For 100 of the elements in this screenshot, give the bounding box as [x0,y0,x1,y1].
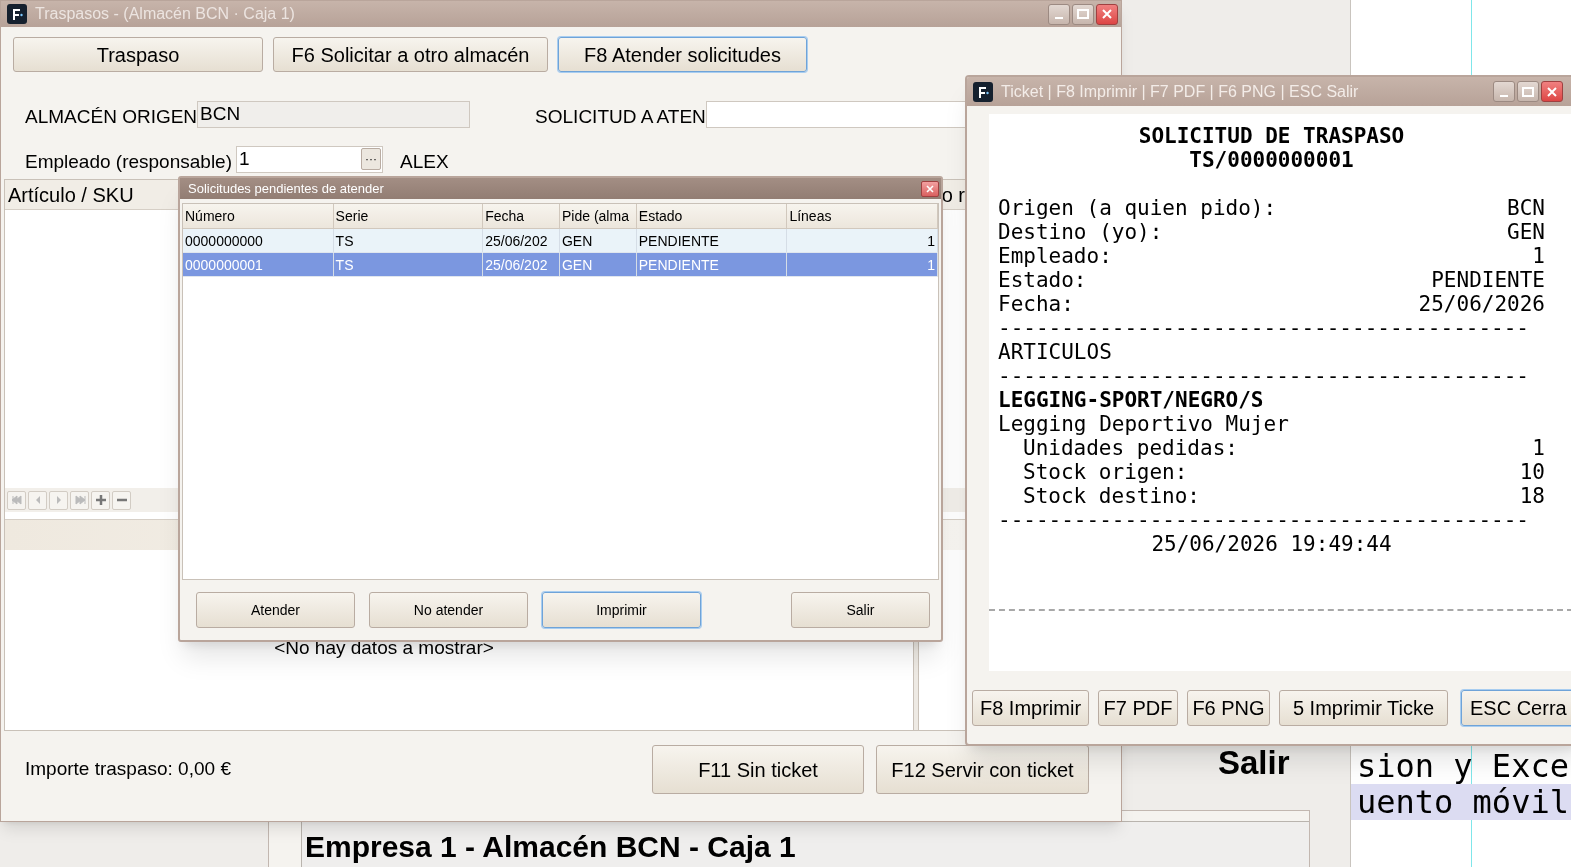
ticket-label: Origen (a quien pido): [998,196,1277,220]
ticket-text: Legging Deportivo Mujer [998,412,1290,436]
ticket-label: Empleado: [998,244,1112,268]
input-field[interactable] [705,100,968,128]
ticket-button[interactable]: ESC Cerra [1461,690,1571,726]
column-header: Artículo / SKU [7,182,134,208]
window-title: Traspasos - (Almacén BCN · Caja 1) [35,4,296,24]
ticket-value: GEN [1507,220,1545,244]
close-icon [926,184,934,193]
minimize-icon [1055,17,1063,19]
maximize-icon [1077,9,1089,19]
ticket-label: Estado: [998,268,1087,292]
close-icon [1547,86,1557,97]
column-header[interactable]: Número [183,204,334,228]
ticket-item-code: LEGGING-SPORT/NEGRO/S [998,388,1265,412]
ticket-value: 25/06/2026 [1418,292,1545,316]
ticket-label: Destino (yo): [998,220,1163,244]
dialog-button[interactable]: Imprimir [542,592,701,628]
column-header[interactable]: Pide (alma [560,204,637,228]
action-button[interactable]: F12 Servir con ticket [876,745,1089,794]
table-cell: 0000000000 [183,229,334,252]
ticket-value: 1 [1532,436,1545,460]
table-cell: 1 [787,253,938,276]
table-cell: TS [333,253,484,276]
action-button[interactable]: F11 Sin ticket [652,745,864,794]
ticket-value: BCN [1507,196,1545,220]
column-header: o r [941,182,965,208]
close-button[interactable] [921,180,939,197]
field-label: SOLICITUD A ATEN [535,104,706,129]
dialog-button[interactable]: No atender [369,592,528,628]
column-header[interactable]: Estado [636,204,788,228]
maximize-icon [1522,86,1534,97]
ticket-label: Stock origen: [1023,460,1188,484]
mode-button[interactable]: F6 Solicitar a otro almacén [273,37,548,72]
last-button[interactable] [70,490,89,510]
table-cell: 25/06/202 [483,253,560,276]
input-field[interactable]: 1 [237,144,250,174]
close-button[interactable] [1541,81,1563,102]
column-header[interactable]: Líneas [787,204,938,228]
close-icon [1102,9,1112,19]
ticket-button[interactable]: 5 Imprimir Ticke [1279,690,1448,726]
next-button[interactable] [49,490,68,510]
app-logo-icon [973,81,993,102]
dialog-button[interactable]: Salir [791,592,930,628]
empty-message: <No hay datos a mostrar> [274,636,495,660]
minus-button[interactable] [112,490,131,510]
table-cell: 0000000001 [183,253,334,276]
table-cell: TS [333,229,484,252]
input-field[interactable]: BCN [197,100,471,128]
ticket-button[interactable]: F7 PDF [1098,690,1178,726]
maximize-button[interactable] [1072,3,1094,25]
ellipsis-button[interactable]: ··· [361,148,381,170]
ticket-value: 10 [1519,460,1545,484]
ticket-text: ------------------------------------------ [998,364,1530,388]
app-logo-icon [7,4,27,24]
ticket-label: Unidades pedidas: [1023,436,1238,460]
ticket-button[interactable]: F8 Imprimir [972,690,1089,726]
ticket-heading: SOLICITUD DE TRASPASO [1137,124,1406,148]
window-heading: Empresa 1 - Almacén BCN - Caja 1 [305,830,796,863]
ticket-value: 18 [1519,484,1545,508]
ticket-label: Stock destino: [1023,484,1200,508]
ticket-heading: TS/0000000001 [1188,148,1355,172]
plus-button[interactable] [91,490,110,510]
ticket-text: ------------------------------------------ [998,316,1530,340]
ticket-value: 1 [1532,244,1545,268]
table-cell: PENDIENTE [636,253,788,276]
column-header[interactable]: Fecha [483,204,560,228]
ticket-timestamp: 25/06/2026 19:49:44 [1150,532,1393,556]
ticket-text: ARTICULOS [998,340,1113,364]
column-header[interactable]: Serie [333,204,484,228]
first-icon [9,493,24,507]
table-cell: GEN [560,229,637,252]
table-cell: PENDIENTE [636,229,788,252]
field-label: Empleado (responsable) [25,149,232,174]
table-cell: 1 [787,229,938,252]
maximize-button[interactable] [1517,81,1539,102]
ticket-label: Fecha: [998,292,1074,316]
list-row[interactable]: uento móvil [1351,784,1571,820]
previous-button[interactable] [28,490,47,510]
side-label: Salir [1218,743,1290,783]
list-row[interactable]: sion y Exce [1351,748,1571,784]
ticket-button[interactable]: F6 PNG [1187,690,1270,726]
window-title: Ticket | F8 Imprimir | F7 PDF | F6 PNG | ESC Salir [1001,81,1360,102]
close-button[interactable] [1096,3,1118,25]
mode-button[interactable]: Traspaso [13,37,263,72]
last-icon [72,493,87,507]
mode-button[interactable]: F8 Atender solicitudes [558,37,807,72]
minimize-button[interactable] [1048,3,1070,25]
employee-name: ALEX [400,149,449,174]
field-label: ALMACÉN ORIGEN [25,104,198,129]
dialog-button[interactable]: Atender [196,592,355,628]
total-amount: Importe traspaso: 0,00 € [25,757,232,782]
ticket-value: PENDIENTE [1431,268,1545,292]
minimize-icon [1500,94,1508,97]
minimize-button[interactable] [1493,81,1515,102]
plus-icon [93,493,108,507]
window-title: Solicitudes pendientes de atender [188,179,384,198]
table-cell: 25/06/202 [483,229,560,252]
first-button[interactable] [7,490,26,510]
table-row[interactable]: 0000000000 TS 25/06/202 GEN PENDIENTE 1 [183,229,938,253]
